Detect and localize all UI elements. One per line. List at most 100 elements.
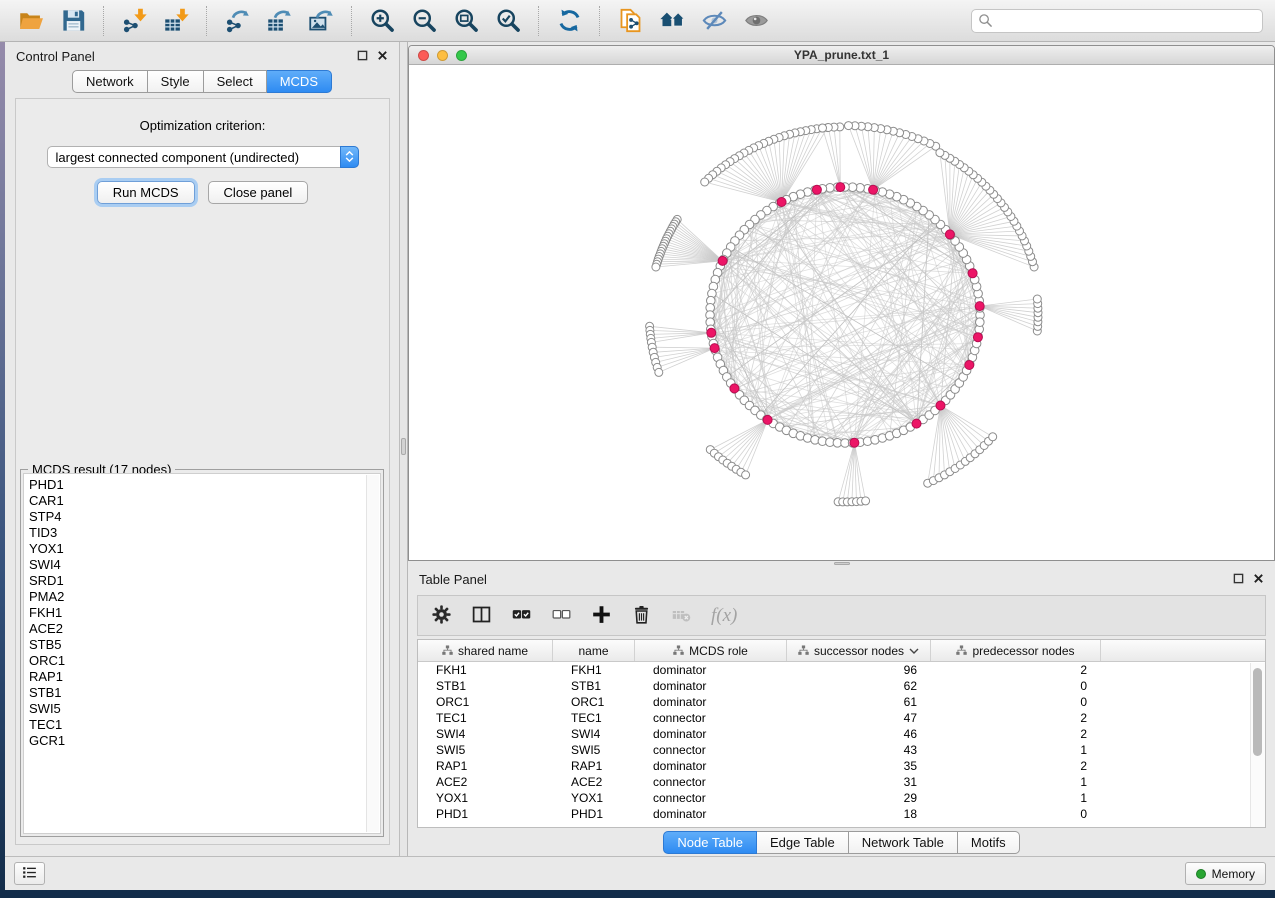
table-scrollbar[interactable] [1250,663,1265,827]
table-cell[interactable]: TEC1 [553,711,635,725]
column-header-shared-name[interactable]: shared name [418,640,553,661]
mcds-hub-node[interactable] [777,198,786,207]
table-cell[interactable]: RAP1 [553,759,635,773]
settings-button[interactable] [431,604,452,628]
import-table-button[interactable] [155,3,197,39]
network-leaf-node[interactable] [655,368,663,376]
table-tab-edge-table[interactable]: Edge Table [757,831,849,854]
table-cell[interactable]: 2 [931,663,1101,677]
mcds-hub-node[interactable] [836,183,845,192]
network-leaf-node[interactable] [652,263,660,271]
column-header-predecessor-nodes[interactable]: predecessor nodes [931,640,1101,661]
table-cell[interactable]: TEC1 [418,711,553,725]
table-cell[interactable]: 61 [787,695,931,709]
mcds-result-item[interactable]: PMA2 [29,589,361,605]
control-panel-float-button[interactable] [357,49,368,64]
network-leaf-node[interactable] [742,471,750,479]
table-cell[interactable]: 47 [787,711,931,725]
table-cell[interactable]: STB1 [418,679,553,693]
table-cell[interactable]: connector [635,791,787,805]
show-visual-props-button[interactable] [735,3,777,39]
table-cell[interactable]: YOX1 [418,791,553,805]
export-image-button[interactable] [300,3,342,39]
mcds-hub-node[interactable] [973,333,982,342]
mcds-hub-node[interactable] [707,328,716,337]
mcds-result-item[interactable]: PHD1 [29,477,361,493]
table-cell[interactable]: 35 [787,759,931,773]
table-tab-network-table[interactable]: Network Table [849,831,958,854]
table-cell[interactable]: FKH1 [553,663,635,677]
network-leaf-node[interactable] [1033,295,1041,303]
zoom-in-button[interactable] [361,3,403,39]
table-scrollbar-thumb[interactable] [1253,668,1262,756]
table-cell[interactable]: ACE2 [553,775,635,789]
network-canvas[interactable] [409,65,1274,560]
column-header-name[interactable]: name [553,640,635,661]
table-cell[interactable]: FKH1 [418,663,553,677]
table-cell[interactable]: 96 [787,663,931,677]
columns-button[interactable] [471,604,492,628]
mcds-result-item[interactable]: RAP1 [29,669,361,685]
apply-layout-button[interactable] [548,3,590,39]
table-cell[interactable]: 46 [787,727,931,741]
table-cell[interactable]: dominator [635,759,787,773]
mcds-hub-node[interactable] [968,269,977,278]
run-mcds-button[interactable]: Run MCDS [97,181,195,204]
import-network-button[interactable] [113,3,155,39]
table-cell[interactable]: YOX1 [553,791,635,805]
table-cell[interactable]: dominator [635,807,787,821]
mcds-result-item[interactable]: TEC1 [29,717,361,733]
status-menu-button[interactable] [14,862,45,885]
table-cell[interactable]: SWI5 [418,743,553,757]
mcds-result-item[interactable]: CAR1 [29,493,361,509]
search-input[interactable] [997,13,1256,29]
export-table-button[interactable] [258,3,300,39]
table-cell[interactable]: SWI5 [553,743,635,757]
zoom-selected-button[interactable] [487,3,529,39]
mcds-hub-node[interactable] [763,415,772,424]
control-panel-close-button[interactable] [377,49,388,64]
mcds-result-item[interactable]: SRD1 [29,573,361,589]
table-cell[interactable]: 2 [931,727,1101,741]
mcds-hub-node[interactable] [945,230,954,239]
mcds-hub-node[interactable] [936,401,945,410]
mcds-hub-node[interactable] [718,256,727,265]
vertical-splitter[interactable] [400,42,408,856]
add-button[interactable] [591,604,612,628]
network-node[interactable] [976,318,985,327]
network-home-button[interactable] [651,3,693,39]
table-tab-motifs[interactable]: Motifs [958,831,1020,854]
mcds-result-item[interactable]: GCR1 [29,733,361,749]
network-leaf-node[interactable] [936,149,944,157]
mcds-result-item[interactable]: SWI5 [29,701,361,717]
table-cell[interactable]: STB1 [553,679,635,693]
table-cell[interactable]: PHD1 [553,807,635,821]
close-panel-button[interactable]: Close panel [208,181,309,204]
mcds-result-item[interactable]: TID3 [29,525,361,541]
table-cell[interactable]: 1 [931,775,1101,789]
network-leaf-node[interactable] [701,178,709,186]
tab-style[interactable]: Style [148,70,204,93]
mcds-hub-node[interactable] [812,185,821,194]
delete-button[interactable] [631,604,652,628]
tab-network[interactable]: Network [72,70,148,93]
table-cell[interactable]: ORC1 [418,695,553,709]
table-cell[interactable]: SWI4 [553,727,635,741]
vertical-splitter-thumb[interactable] [401,438,406,455]
table-cell[interactable]: 0 [931,679,1101,693]
select-all-button[interactable] [511,604,532,628]
table-cell[interactable]: 43 [787,743,931,757]
table-cell[interactable]: 1 [931,791,1101,805]
table-cell[interactable]: 62 [787,679,931,693]
table-cell[interactable]: PHD1 [418,807,553,821]
table-cell[interactable]: RAP1 [418,759,553,773]
network-leaf-node[interactable] [819,124,827,132]
hide-visual-props-button[interactable] [693,3,735,39]
mcds-hub-node[interactable] [850,438,859,447]
table-cell[interactable]: 0 [931,695,1101,709]
table-cell[interactable]: SWI4 [418,727,553,741]
mcds-result-item[interactable]: FKH1 [29,605,361,621]
criterion-select[interactable]: largest connected component (undirected) [47,146,359,168]
table-cell[interactable]: ORC1 [553,695,635,709]
table-panel-float-button[interactable] [1233,572,1244,587]
